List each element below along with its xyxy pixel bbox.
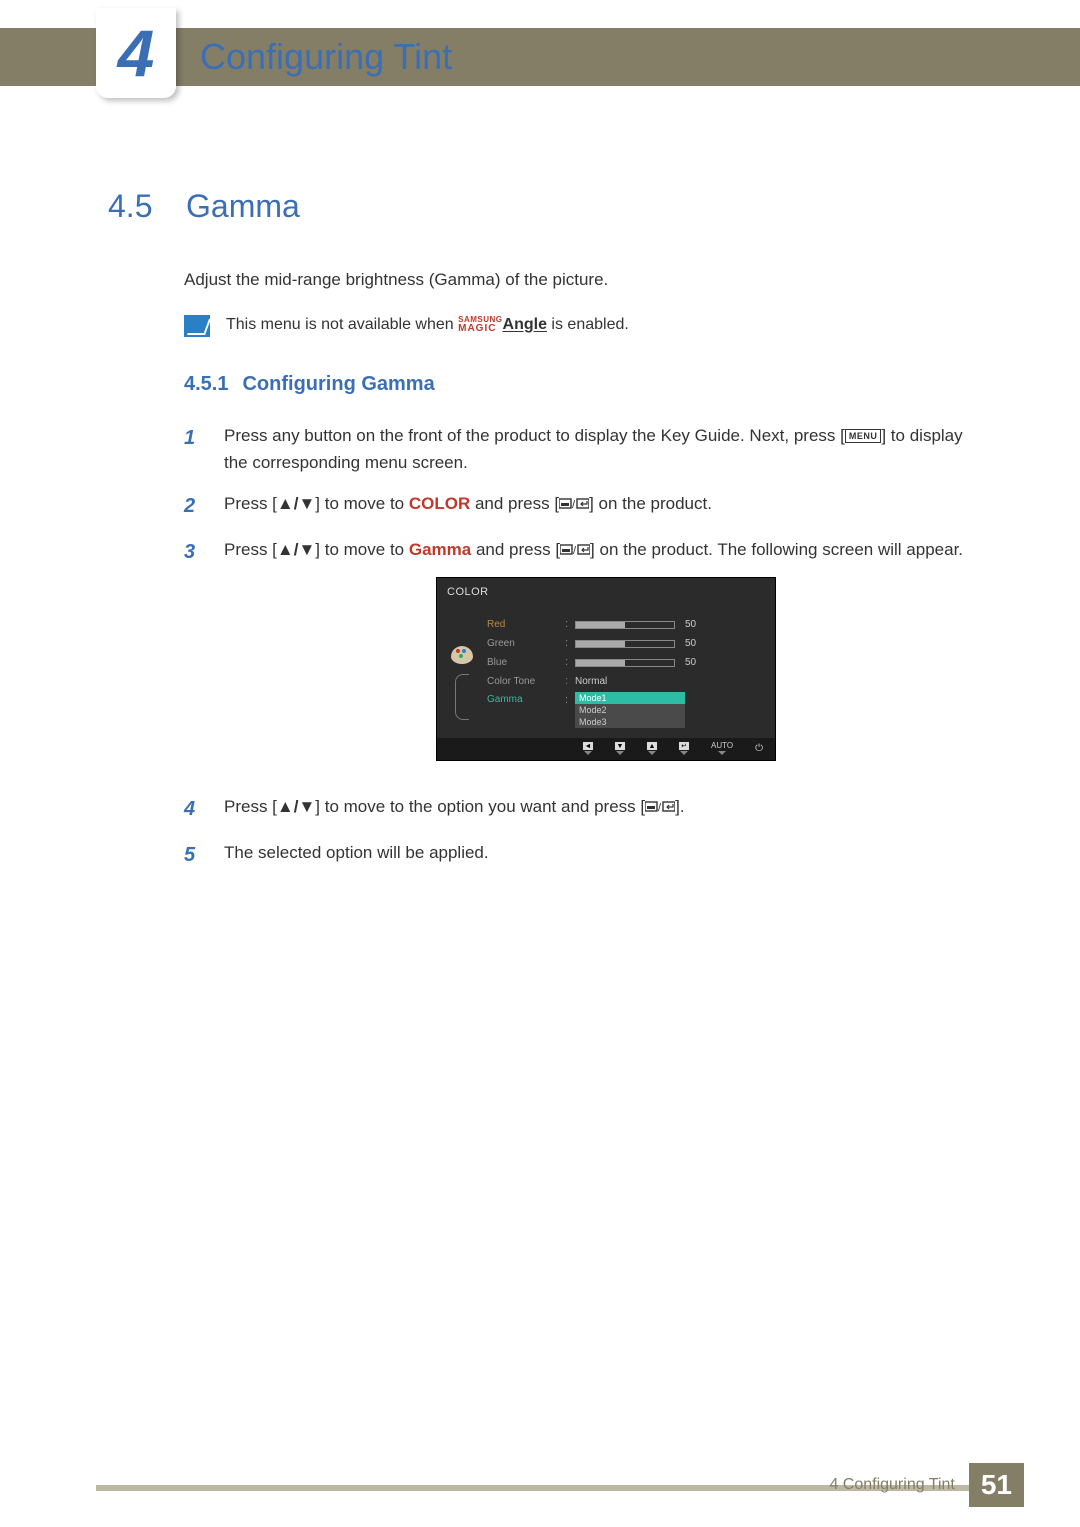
section-heading: 4.5Gamma [108,188,988,225]
footer-auto-label: AUTO [711,742,733,755]
osd-value: Normal [575,674,607,690]
osd-row-green: Green : 50 [487,635,765,654]
osd-value: 50 [685,636,696,652]
osd-title: COLOR [437,578,775,608]
angle-word: Angle [503,317,547,334]
step-number: 5 [184,839,202,871]
chapter-badge: 4 [96,8,176,98]
samsung-magic-angle-icon: SAMSUNGMAGIC [458,316,502,334]
slider-icon [575,640,675,648]
step-body: Press [▲/▼] to move to Gamma and press [… [224,536,988,779]
note-row: This menu is not available when SAMSUNGM… [184,315,988,337]
osd-body: Red : 50 Green : 50 [437,608,775,738]
note-icon [184,315,210,337]
subsection-number: 4.5.1 [184,373,228,395]
up-down-arrow-icon: ▲/▼ [277,540,315,559]
intro-text: Adjust the mid-range brightness (Gamma) … [184,267,988,293]
step-2: 2 Press [▲/▼] to move to COLOR and press… [184,490,988,522]
osd-row-blue: Blue : 50 [487,654,765,673]
step-body: Press [▲/▼] to move to the option you wa… [224,793,988,825]
ok-enter-icon: / [645,797,675,816]
osd-mode-option: Mode2 [575,704,685,716]
footer-down-icon: ▼ [615,742,625,755]
content: 4.5Gamma Adjust the mid-range brightness… [108,188,988,885]
page-number: 51 [969,1463,1024,1507]
osd-label: Blue [487,655,565,671]
section-title: Gamma [186,188,300,224]
chapter-number: 4 [118,15,155,91]
step-body: The selected option will be applied. [224,839,988,871]
footer-up-icon: ▲ [647,742,657,755]
menu-button-icon: MENU [845,429,882,444]
step-number: 3 [184,536,202,779]
step-body: Press [▲/▼] to move to COLOR and press [… [224,490,988,522]
osd-label: Color Tone [487,674,565,690]
svg-text:/: / [573,545,577,556]
up-down-arrow-icon: ▲/▼ [277,494,315,513]
osd-mode-option: Mode1 [575,692,685,704]
color-keyword: COLOR [409,494,470,513]
step-4: 4 Press [▲/▼] to move to the option you … [184,793,988,825]
steps-list: 1 Press any button on the front of the p… [184,422,988,871]
osd-left-column [447,616,477,728]
chapter-title: Configuring Tint [200,36,452,78]
osd-label: Green [487,636,565,652]
step-number: 1 [184,422,202,476]
ok-enter-icon: / [559,494,589,513]
footer-power-icon: ⏻ [755,744,763,754]
subsection-heading: 4.5.1 Configuring Gamma [184,373,988,396]
step-number: 4 [184,793,202,825]
osd-rows: Red : 50 Green : 50 [487,616,765,728]
svg-text:/: / [658,802,662,813]
osd-row-red: Red : 50 [487,616,765,635]
slider-icon [575,621,675,629]
ok-enter-icon: / [560,540,590,559]
osd-mode-option: Mode3 [575,716,685,728]
footer-back-icon: ◄ [583,742,593,755]
step-1: 1 Press any button on the front of the p… [184,422,988,476]
palette-icon [451,646,473,664]
footer-enter-icon: ↵ [679,742,689,755]
slider-icon [575,659,675,667]
svg-text:/: / [572,499,576,510]
osd-footer: ◄ ▼ ▲ ↵ AUTO ⏻ [437,738,775,760]
bracket-icon [455,674,469,720]
osd-row-gamma: Gamma : Mode1 Mode2 Mode3 [487,692,765,728]
osd-value: 50 [685,655,696,671]
section-number: 4.5 [108,188,186,225]
step-body: Press any button on the front of the pro… [224,422,988,476]
up-down-arrow-icon: ▲/▼ [277,797,315,816]
osd-gamma-modes: Mode1 Mode2 Mode3 [575,692,685,728]
footer-chapter-ref: 4 Configuring Tint [829,1476,954,1494]
osd-screenshot: COLOR Red : 50 [436,577,776,761]
note-text: This menu is not available when SAMSUNGM… [226,316,629,334]
step-5: 5 The selected option will be applied. [184,839,988,871]
step-3: 3 Press [▲/▼] to move to Gamma and press… [184,536,988,779]
gamma-keyword: Gamma [409,540,471,559]
page-footer: 4 Configuring Tint 51 [829,1463,1024,1507]
osd-label: Red [487,617,565,633]
osd-row-color-tone: Color Tone : Normal [487,673,765,692]
osd-label: Gamma [487,692,565,708]
subsection-title: Configuring Gamma [242,373,434,395]
step-number: 2 [184,490,202,522]
osd-value: 50 [685,617,696,633]
